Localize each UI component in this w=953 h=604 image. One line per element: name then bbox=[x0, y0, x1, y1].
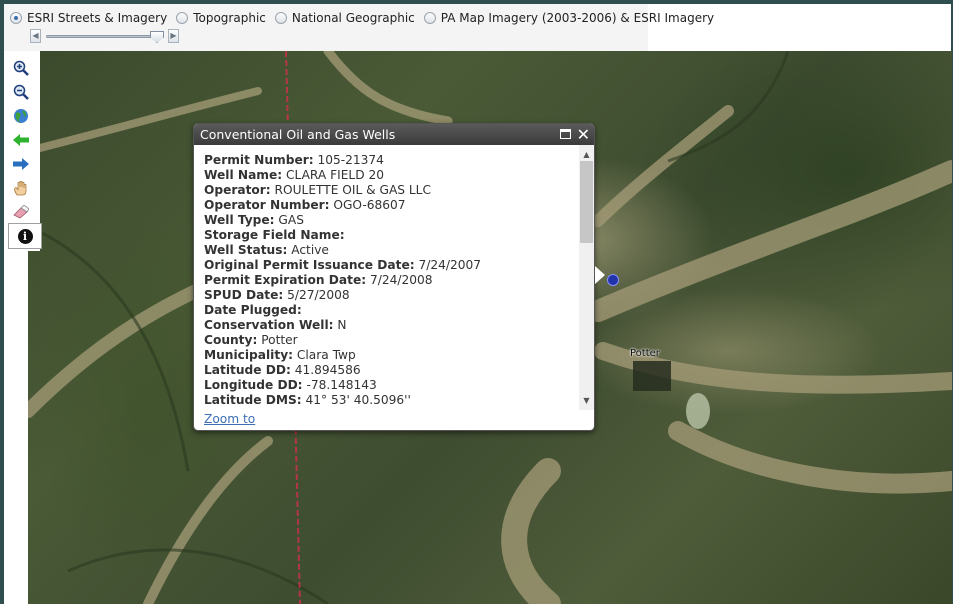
popup-scrollbar[interactable]: ▲ ▼ bbox=[579, 145, 594, 410]
slider-increment-button[interactable]: ▶ bbox=[168, 29, 179, 43]
maximize-icon[interactable] bbox=[560, 129, 571, 139]
attribute-key: Operator: bbox=[204, 183, 271, 197]
basemap-switcher: ESRI Streets & Imagery Topographic Natio… bbox=[4, 4, 714, 51]
basemap-option-pa-map-imagery[interactable]: PA Map Imagery (2003-2006) & ESRI Imager… bbox=[423, 11, 715, 25]
attribute-value: 7/24/2007 bbox=[418, 258, 481, 272]
attribute-value: Potter bbox=[261, 333, 298, 347]
scroll-thumb[interactable] bbox=[580, 161, 593, 243]
attribute-row: Well Status: Active bbox=[204, 243, 579, 258]
pan-hand-icon[interactable] bbox=[12, 179, 29, 196]
attribute-row: Conservation Well: N bbox=[204, 318, 579, 333]
slider-decrement-button[interactable]: ◀ bbox=[30, 29, 41, 43]
attribute-value: Clara Twp bbox=[296, 348, 356, 362]
basemap-radio[interactable] bbox=[423, 12, 436, 24]
basemap-label: ESRI Streets & Imagery bbox=[27, 11, 168, 25]
attribute-key: SPUD Date: bbox=[204, 288, 284, 302]
popup-header: Conventional Oil and Gas Wells ✕ bbox=[194, 124, 594, 145]
attribute-key: Date Plugged: bbox=[204, 303, 302, 317]
scroll-up-icon[interactable]: ▲ bbox=[579, 147, 594, 162]
basemap-radio[interactable] bbox=[274, 12, 287, 24]
attribute-value: 105-21374 bbox=[317, 153, 384, 167]
zoom-out-icon[interactable] bbox=[12, 83, 29, 100]
attribute-key: Municipality: bbox=[204, 348, 294, 362]
attribute-value: OGO-68607 bbox=[333, 198, 406, 212]
attribute-value: N bbox=[337, 318, 347, 332]
attribute-value: 5/27/2008 bbox=[287, 288, 350, 302]
attribute-key: Original Permit Issuance Date: bbox=[204, 258, 415, 272]
basemap-options: ESRI Streets & Imagery Topographic Natio… bbox=[10, 11, 723, 25]
globe-icon[interactable] bbox=[12, 107, 29, 124]
basemap-radio[interactable] bbox=[176, 12, 189, 24]
attribute-row: Well Name: CLARA FIELD 20 bbox=[204, 168, 579, 183]
attribute-key: Operator Number: bbox=[204, 198, 330, 212]
attribute-row: Latitude DMS: 41° 53' 40.5096'' bbox=[204, 393, 579, 408]
attribute-value: 7/24/2008 bbox=[369, 273, 433, 287]
attribute-row: Municipality: Clara Twp bbox=[204, 348, 579, 363]
basemap-radio[interactable] bbox=[10, 12, 22, 24]
map-county-label: Potter bbox=[630, 348, 660, 359]
back-arrow-icon[interactable] bbox=[12, 131, 29, 148]
well-location-marker[interactable] bbox=[607, 274, 619, 286]
attribute-key: County: bbox=[204, 333, 258, 347]
popup-title: Conventional Oil and Gas Wells bbox=[200, 127, 396, 142]
attribute-row: Longitude DD: -78.148143 bbox=[204, 378, 579, 393]
basemap-option-esri-streets[interactable]: ESRI Streets & Imagery bbox=[10, 11, 167, 25]
attribute-key: Permit Number: bbox=[204, 153, 314, 167]
map-toolbar: i bbox=[4, 51, 42, 251]
attribute-key: Well Status: bbox=[204, 243, 288, 257]
attribute-key: Well Name: bbox=[204, 168, 283, 182]
scroll-down-icon[interactable]: ▼ bbox=[579, 393, 594, 408]
attribute-key: Well Type: bbox=[204, 213, 275, 227]
identify-popup: Conventional Oil and Gas Wells ✕ Permit … bbox=[193, 123, 595, 431]
attribute-value: Active bbox=[291, 243, 329, 257]
identify-tool-button[interactable]: i bbox=[8, 223, 42, 249]
info-icon: i bbox=[17, 228, 33, 244]
slider-track[interactable] bbox=[46, 35, 164, 38]
zoom-in-icon[interactable] bbox=[12, 59, 29, 76]
basemap-option-topographic[interactable]: Topographic bbox=[176, 11, 266, 25]
attribute-value: 41° 53' 40.5096'' bbox=[305, 393, 411, 407]
attribute-row: SPUD Date: 5/27/2008 bbox=[204, 288, 579, 303]
attribute-row: Operator Number: OGO-68607 bbox=[204, 198, 579, 213]
basemap-label: National Geographic bbox=[291, 11, 415, 25]
attribute-key: Latitude DD: bbox=[204, 363, 291, 377]
attribute-row: Permit Number: 105-21374 bbox=[204, 153, 579, 168]
attribute-key: Latitude DMS: bbox=[204, 393, 302, 407]
attribute-value: CLARA FIELD 20 bbox=[286, 168, 384, 182]
attribute-row: Operator: ROULETTE OIL & GAS LLC bbox=[204, 183, 579, 198]
attribute-row: Date Plugged: bbox=[204, 303, 579, 318]
attribute-key: Storage Field Name: bbox=[204, 228, 345, 242]
popup-attribute-list: Permit Number: 105-21374 Well Name: CLARA… bbox=[194, 145, 579, 410]
slider-thumb[interactable] bbox=[150, 31, 164, 43]
zoom-to-link[interactable]: Zoom to bbox=[204, 412, 255, 426]
attribute-row: Latitude DD: 41.894586 bbox=[204, 363, 579, 378]
attribute-key: Permit Expiration Date: bbox=[204, 273, 367, 287]
popup-pointer bbox=[595, 266, 605, 284]
close-icon[interactable]: ✕ bbox=[577, 124, 590, 145]
attribute-value: -78.148143 bbox=[306, 378, 377, 392]
attribute-row: Permit Expiration Date: 7/24/2008 bbox=[204, 273, 579, 288]
attribute-row: Original Permit Issuance Date: 7/24/2007 bbox=[204, 258, 579, 273]
basemap-label: PA Map Imagery (2003-2006) & ESRI Imager… bbox=[440, 11, 715, 25]
attribute-row: Well Type: GAS bbox=[204, 213, 579, 228]
basemap-label: Topographic bbox=[193, 11, 266, 25]
eraser-icon[interactable] bbox=[12, 203, 29, 220]
transparency-slider[interactable]: ◀ ▶ bbox=[30, 28, 180, 44]
attribute-value: ROULETTE OIL & GAS LLC bbox=[274, 183, 431, 197]
basemap-option-national-geographic[interactable]: National Geographic bbox=[274, 11, 415, 25]
attribute-row: County: Potter bbox=[204, 333, 579, 348]
attribute-value: 41.894586 bbox=[294, 363, 361, 377]
attribute-key: Conservation Well: bbox=[204, 318, 334, 332]
attribute-key: Longitude DD: bbox=[204, 378, 303, 392]
attribute-value: GAS bbox=[278, 213, 304, 227]
forward-arrow-icon[interactable] bbox=[12, 155, 29, 172]
attribute-row: Storage Field Name: bbox=[204, 228, 579, 243]
